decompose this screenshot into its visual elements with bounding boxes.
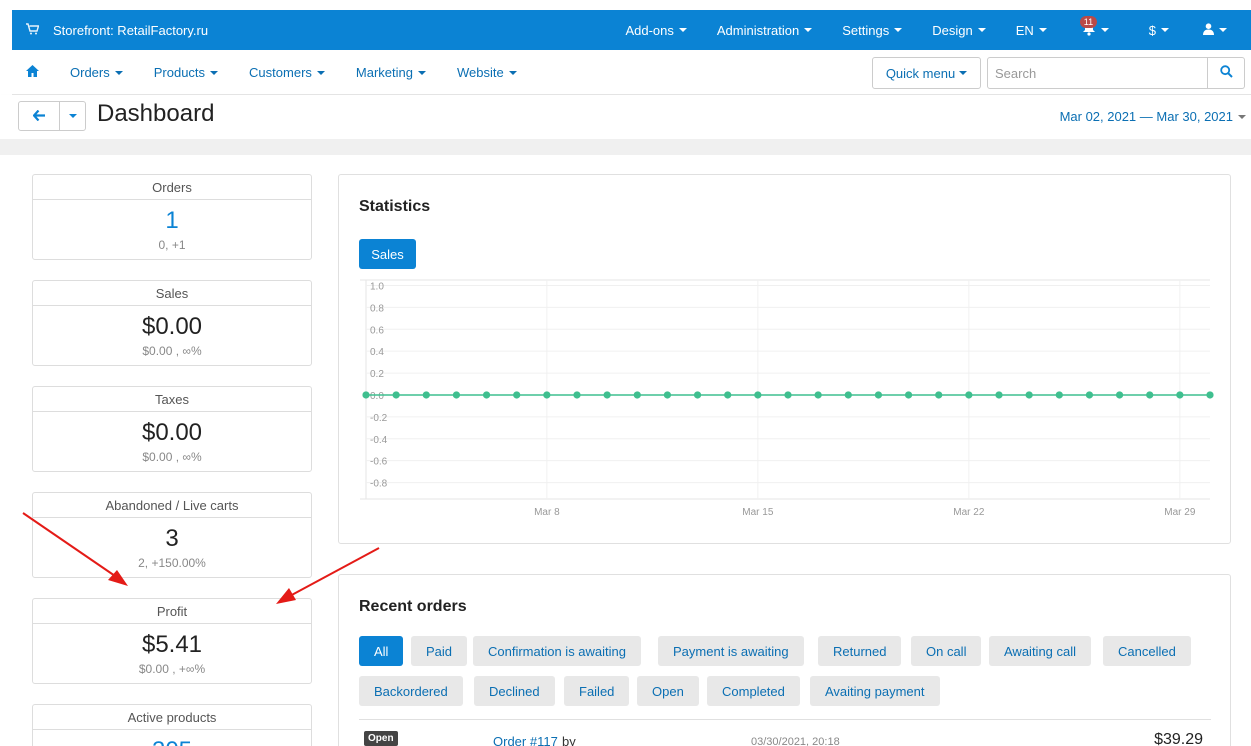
y-tick-label: -0.6	[370, 457, 388, 468]
filter-backordered[interactable]: Backordered	[359, 676, 463, 706]
order-by-label: by	[562, 734, 576, 746]
filter-awaiting-call[interactable]: Awaiting call	[989, 636, 1092, 666]
filter-avaiting-payment[interactable]: Avaiting payment	[810, 676, 940, 706]
filter-on-call[interactable]: On call	[911, 636, 982, 666]
y-tick-label: 0.2	[370, 369, 384, 380]
sales-data-point	[1085, 391, 1094, 399]
filter-confirmation-awaiting[interactable]: Confirmation is awaiting	[473, 636, 642, 666]
filter-failed[interactable]: Failed	[564, 676, 630, 706]
filter-cancelled[interactable]: Cancelled	[1103, 636, 1191, 666]
sales-data-point	[814, 391, 822, 399]
order-status-badge: Open	[364, 731, 398, 746]
sales-data-point	[904, 391, 913, 399]
filter-returned[interactable]: Returned	[818, 636, 902, 666]
filter-all[interactable]: All	[359, 636, 404, 666]
filter-completed[interactable]: Completed	[707, 676, 800, 706]
sales-data-point	[844, 391, 852, 399]
sales-data-point	[573, 391, 581, 399]
sales-data-point	[663, 391, 672, 399]
sales-data-point	[1176, 391, 1184, 399]
sales-data-point	[1206, 391, 1214, 399]
filter-payment-awaiting[interactable]: Payment is awaiting	[658, 636, 804, 666]
sales-data-point	[543, 391, 551, 399]
order-total: $39.29	[1154, 731, 1203, 746]
sales-data-point	[724, 391, 732, 399]
sales-data-point	[513, 391, 521, 399]
sales-data-point	[1115, 391, 1124, 399]
sales-data-point	[392, 391, 400, 399]
recent-orders-title: Recent orders	[359, 598, 467, 615]
x-tick-label: Mar 15	[742, 507, 774, 518]
y-tick-label: 0.8	[370, 303, 384, 314]
sales-data-point	[1055, 391, 1063, 399]
sales-data-point	[693, 391, 702, 399]
sales-data-point	[603, 391, 611, 399]
order-date: 03/30/2021, 20:18	[751, 736, 840, 746]
sales-data-point	[1025, 391, 1033, 399]
sales-data-point	[452, 391, 461, 399]
filter-open[interactable]: Open	[637, 676, 699, 706]
order-row[interactable]: Open Order #117 by 03/30/2021, 20:18 $39…	[359, 719, 1211, 746]
x-tick-label: Mar 8	[534, 507, 560, 518]
sales-data-point	[965, 391, 973, 399]
filter-declined[interactable]: Declined	[474, 676, 555, 706]
sales-data-point	[1146, 391, 1154, 399]
filter-paid[interactable]: Paid	[411, 636, 468, 666]
y-tick-label: 1.0	[370, 281, 384, 292]
sales-data-point	[995, 391, 1003, 399]
y-tick-label: -0.4	[370, 435, 388, 446]
sales-data-point	[362, 391, 370, 399]
y-tick-label: 0.4	[370, 347, 384, 358]
y-tick-label: -0.8	[370, 479, 388, 490]
y-tick-label: 0.0	[370, 391, 384, 402]
x-tick-label: Mar 29	[1164, 507, 1196, 518]
sales-data-point	[874, 391, 883, 399]
sales-data-point	[422, 391, 430, 399]
x-tick-label: Mar 22	[953, 507, 985, 518]
sales-data-point	[482, 391, 491, 399]
y-tick-label: 0.6	[370, 325, 384, 336]
sales-data-point	[633, 391, 641, 399]
sales-data-point	[784, 391, 792, 399]
sales-data-point	[935, 391, 943, 399]
order-link[interactable]: Order #117	[493, 734, 558, 746]
sales-data-point	[754, 391, 762, 399]
y-tick-label: -0.2	[370, 413, 388, 424]
